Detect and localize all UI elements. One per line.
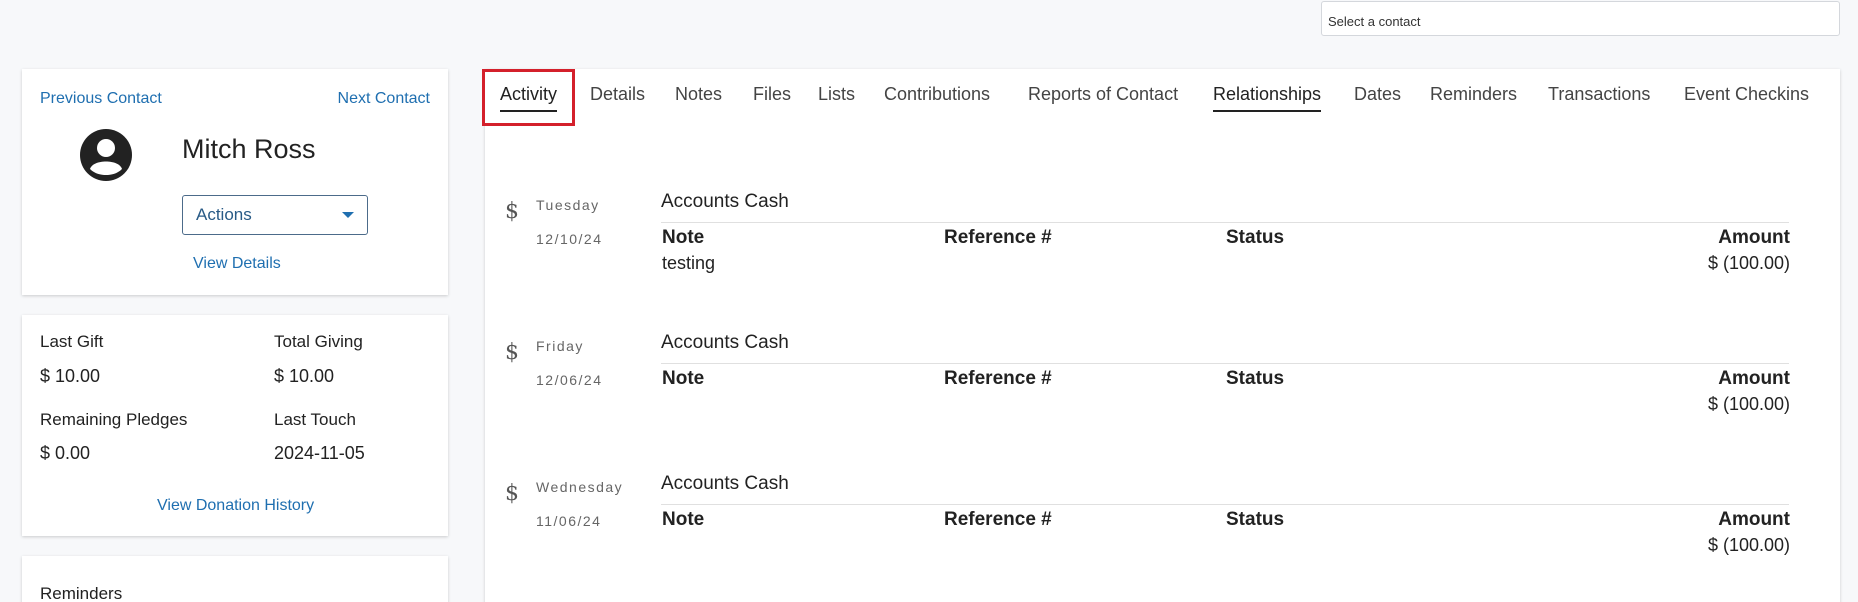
last-gift-value: $ 10.00: [40, 366, 101, 386]
amount-header: Amount: [1718, 368, 1790, 389]
tab-files[interactable]: Files: [753, 84, 791, 110]
tab-reports-of-contact[interactable]: Reports of Contact: [1028, 84, 1178, 110]
actions-label: Actions: [196, 205, 252, 224]
dollar-icon: $: [505, 340, 519, 365]
entry-weekday: Tuesday: [536, 197, 600, 213]
remaining-pledges-label: Remaining Pledges: [40, 410, 188, 429]
tab-activity[interactable]: Activity: [500, 84, 558, 112]
tab-dates[interactable]: Dates: [1354, 84, 1401, 110]
entry-date: 12/10/24: [536, 231, 603, 247]
entry-divider: [661, 222, 1789, 223]
tab-relationships[interactable]: Relationships: [1213, 84, 1322, 112]
reminders-card: Reminders: [22, 556, 448, 602]
note-header: Note: [662, 227, 705, 248]
entry-note: testing: [662, 253, 716, 273]
entry-account: Accounts Cash: [661, 473, 789, 494]
entry-date: 12/06/24: [536, 372, 603, 388]
entry-date: 11/06/24: [536, 513, 602, 529]
reference-header: Reference #: [944, 368, 1052, 389]
last-gift-label: Last Gift: [40, 332, 104, 351]
user-circle-icon: [80, 129, 132, 181]
next-contact-link[interactable]: Next Contact: [338, 90, 430, 108]
last-touch-label: Last Touch: [274, 410, 356, 429]
reminders-title: Reminders: [40, 584, 123, 602]
view-donation-history-link[interactable]: View Donation History: [157, 497, 314, 515]
note-header: Note: [662, 368, 705, 389]
activity-entry: $ Wednesday 11/06/24 Accounts Cash Note …: [485, 461, 1840, 591]
last-touch-value: 2024-11-05: [274, 443, 365, 463]
total-giving-label: Total Giving: [274, 332, 363, 351]
entry-amount: $ (100.00): [1707, 394, 1790, 414]
tab-notes[interactable]: Notes: [675, 84, 722, 110]
view-details-link[interactable]: View Details: [193, 255, 281, 273]
activity-entry: $ Tuesday 12/10/24 Accounts Cash Note Re…: [485, 179, 1840, 309]
entry-amount: $ (100.00): [1707, 253, 1790, 273]
entry-divider: [661, 363, 1789, 364]
tab-transactions[interactable]: Transactions: [1548, 84, 1650, 110]
amount-header: Amount: [1718, 509, 1790, 530]
note-header: Note: [662, 509, 705, 530]
activity-entry: $ Friday 12/06/24 Accounts Cash Note Ref…: [485, 320, 1840, 450]
reference-header: Reference #: [944, 227, 1052, 248]
total-giving-value: $ 10.00: [274, 366, 335, 386]
entry-divider: [661, 504, 1789, 505]
activity-panel: Activity Details Notes Files Lists Contr…: [482, 69, 1840, 602]
chevron-down-icon: [342, 212, 354, 218]
reference-header: Reference #: [944, 509, 1052, 530]
amount-header: Amount: [1718, 227, 1790, 248]
status-header: Status: [1226, 227, 1285, 248]
entry-amount: $ (100.00): [1707, 535, 1790, 555]
dollar-icon: $: [505, 481, 519, 506]
tab-contributions[interactable]: Contributions: [884, 84, 990, 110]
tab-reminders[interactable]: Reminders: [1430, 84, 1517, 110]
contact-name: Mitch Ross: [182, 134, 316, 164]
tab-details[interactable]: Details: [590, 84, 645, 110]
giving-stats-card: Last Gift $ 10.00 Total Giving $ 10.00 R…: [22, 315, 448, 536]
tab-lists[interactable]: Lists: [818, 84, 855, 110]
dollar-icon: $: [505, 199, 519, 224]
entry-weekday: Friday: [536, 338, 584, 354]
contact-select-placeholder: Select a contact: [1328, 14, 1421, 29]
contact-select[interactable]: Select a contact: [1321, 1, 1840, 36]
status-header: Status: [1226, 368, 1285, 389]
entry-weekday: Wednesday: [536, 479, 624, 495]
entry-account: Accounts Cash: [661, 191, 789, 212]
previous-contact-link[interactable]: Previous Contact: [40, 90, 162, 108]
entry-account: Accounts Cash: [661, 332, 789, 353]
contact-card: Previous Contact Next Contact Mitch Ross…: [22, 69, 448, 295]
actions-dropdown[interactable]: Actions: [182, 195, 368, 235]
remaining-pledges-value: $ 0.00: [40, 443, 91, 463]
tab-event-checkins[interactable]: Event Checkins: [1684, 84, 1809, 110]
status-header: Status: [1226, 509, 1285, 530]
